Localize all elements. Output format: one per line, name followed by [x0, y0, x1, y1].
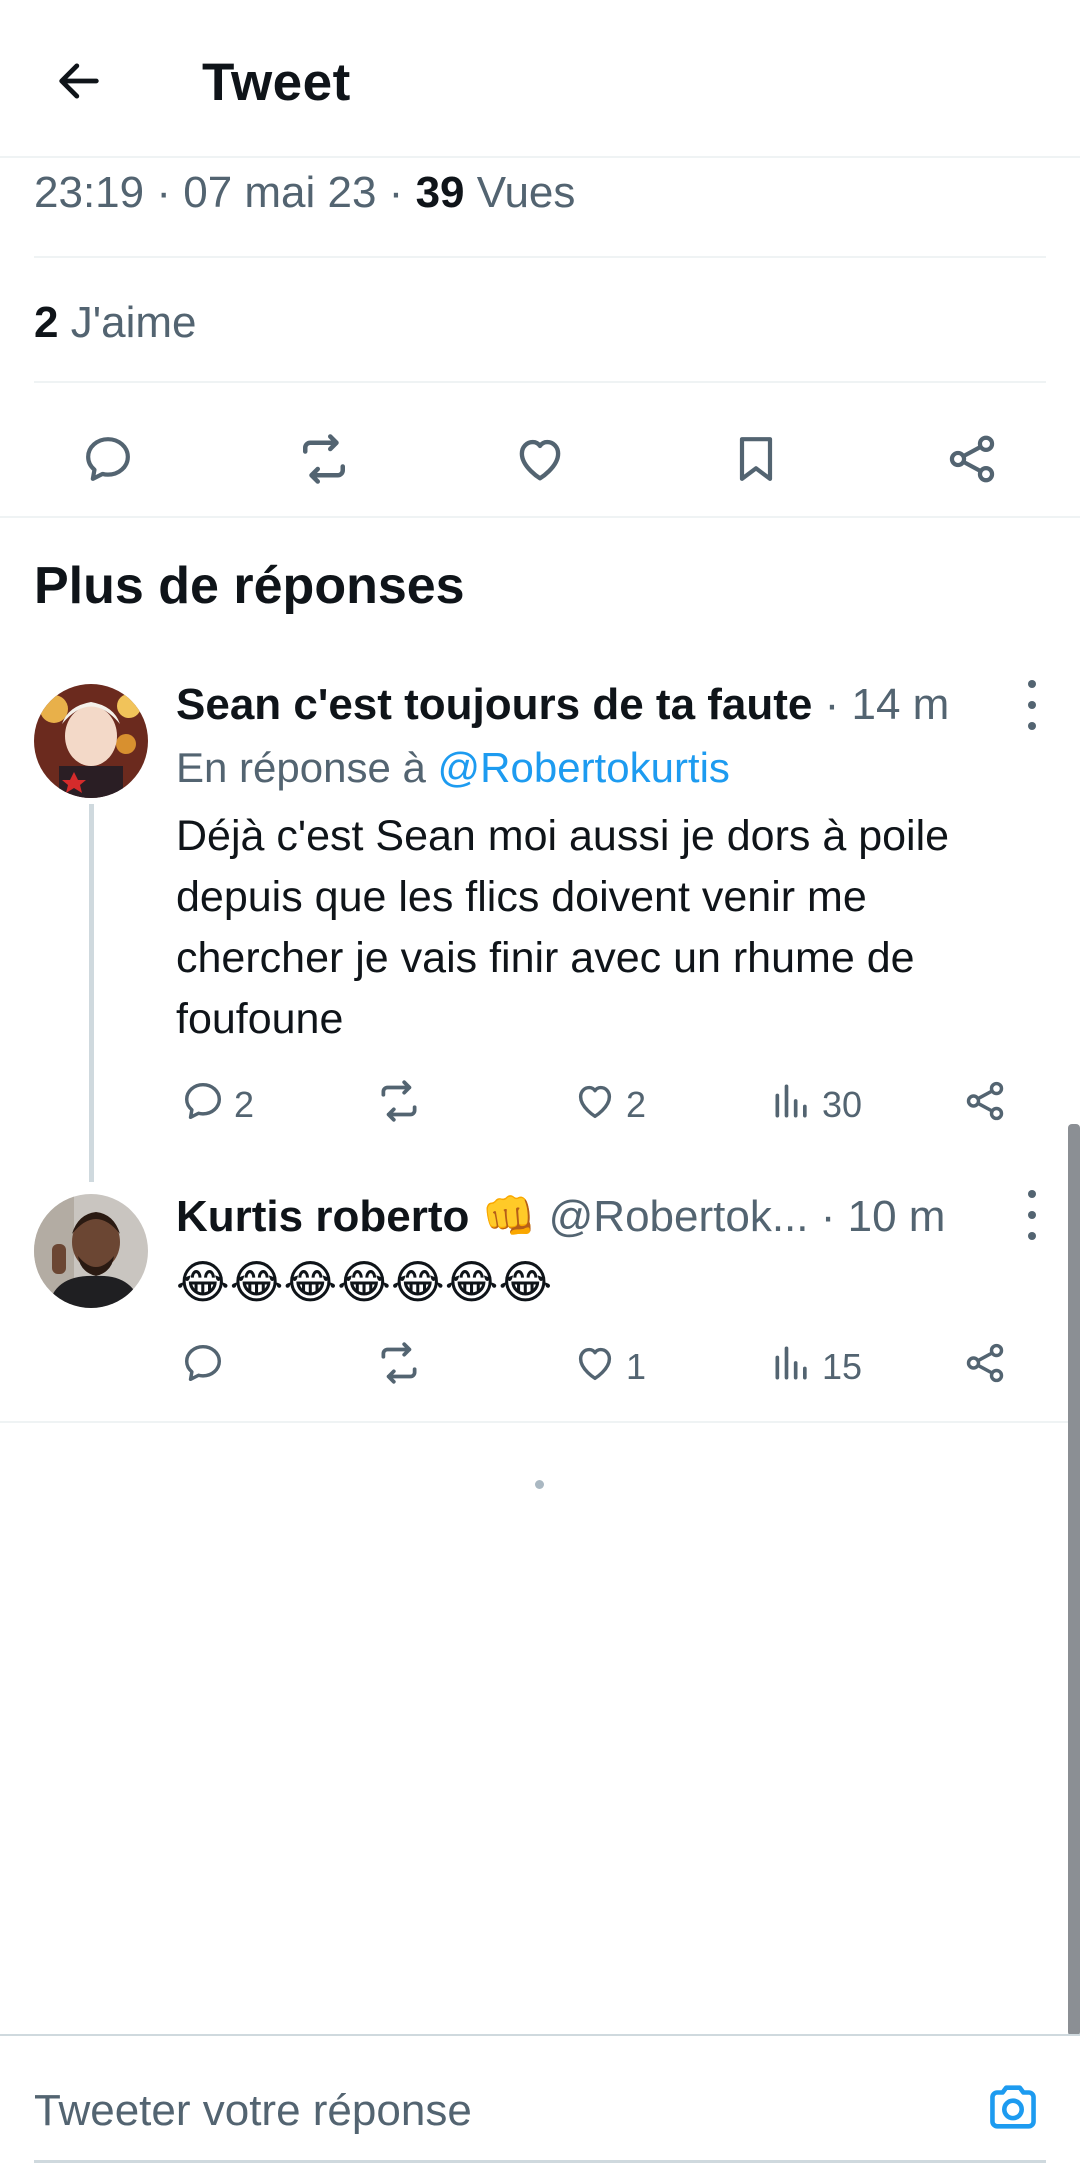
retweet-icon[interactable]: [289, 424, 359, 494]
camera-icon[interactable]: [982, 2076, 1044, 2138]
like-count: 2: [626, 1084, 647, 1125]
more-options-icon[interactable]: [1022, 680, 1042, 730]
reply-button[interactable]: 2: [180, 1075, 254, 1135]
input-underline: [34, 2160, 1046, 2163]
more-options-icon[interactable]: [1022, 1190, 1042, 1240]
like-heart-icon[interactable]: [505, 424, 575, 494]
retweet-icon: [374, 1076, 424, 1135]
views-chart-icon: [770, 1341, 814, 1394]
meta-separator: ·: [144, 168, 184, 217]
top-bar: Tweet: [0, 0, 1080, 158]
views-label: Vues: [476, 168, 576, 217]
likes-stat[interactable]: 2 J'aime: [34, 298, 197, 348]
retweet-button[interactable]: [374, 1075, 432, 1135]
scrollbar[interactable]: [1068, 1124, 1080, 2036]
like-button[interactable]: 1: [572, 1337, 646, 1397]
likes-count: 2: [34, 298, 59, 347]
tweet-text: Déjà c'est Sean moi aussi je dors à poil…: [176, 812, 950, 1043]
reply-handle-link[interactable]: @Robertokurtis: [438, 744, 730, 791]
like-count: 1: [626, 1346, 647, 1387]
meta-separator: ·: [376, 168, 416, 217]
likes-label: J'aime: [70, 298, 197, 347]
tweet-text: 😂😂😂😂😂😂😂: [176, 1256, 553, 1308]
tweet-date: 07 mai 23: [183, 168, 377, 217]
fist-emoji: 👊: [481, 1192, 537, 1241]
views-count: 15: [822, 1346, 863, 1387]
reply-input[interactable]: Tweeter votre réponse: [34, 2086, 472, 2136]
like-button[interactable]: 2: [572, 1075, 646, 1135]
timestamp: · 10 m: [820, 1192, 946, 1241]
avatar[interactable]: [34, 684, 148, 798]
loading-indicator: [535, 1480, 544, 1489]
reply-icon: [180, 1340, 226, 1395]
user-handle[interactable]: @Robertok...: [549, 1192, 809, 1241]
views-button[interactable]: 30: [770, 1075, 862, 1135]
display-name[interactable]: Kurtis roberto: [176, 1192, 469, 1241]
reply-header: Sean c'est toujours de ta faute · 14 m: [176, 680, 949, 730]
reply-count: 2: [234, 1084, 255, 1125]
avatar[interactable]: [34, 1194, 148, 1308]
views-count: 30: [822, 1084, 863, 1125]
section-title: Plus de réponses: [34, 557, 465, 615]
tweet-action-bar: [0, 400, 1080, 518]
share-icon[interactable]: [937, 424, 1007, 494]
back-arrow-icon[interactable]: [44, 46, 114, 116]
reply-icon: [180, 1078, 226, 1133]
tweet-timestamp: 23:19 · 07 mai 23 · 39 Vues: [34, 168, 575, 218]
timestamp: · 14 m: [824, 680, 950, 729]
reply-button[interactable]: [180, 1337, 234, 1397]
share-button[interactable]: [962, 1075, 1008, 1135]
views-button[interactable]: 15: [770, 1337, 862, 1397]
tweet-time: 23:19: [34, 168, 145, 217]
reply-action-bar: 2 2 30: [0, 1075, 1080, 1135]
reply-header: Kurtis roberto 👊 @Robertok... · 10 m: [176, 1190, 945, 1242]
page-title: Tweet: [202, 53, 351, 112]
share-button[interactable]: [962, 1337, 1008, 1397]
like-heart-icon: [572, 1340, 618, 1395]
reply-icon[interactable]: [73, 424, 143, 494]
divider: [34, 256, 1046, 258]
views-count: 39: [415, 168, 465, 217]
reply-composer: Tweeter votre réponse: [0, 2034, 1080, 2177]
views-chart-icon: [770, 1079, 814, 1132]
divider: [34, 381, 1046, 383]
retweet-icon: [374, 1338, 424, 1397]
display-name[interactable]: Sean c'est toujours de ta faute: [176, 680, 812, 729]
retweet-button[interactable]: [374, 1337, 432, 1397]
like-heart-icon: [572, 1078, 618, 1133]
reply-context: En réponse à @Robertokurtis: [176, 744, 730, 792]
bookmark-icon[interactable]: [721, 424, 791, 494]
share-icon: [962, 1340, 1008, 1395]
share-icon: [962, 1078, 1008, 1133]
reply-prefix: En réponse à: [176, 744, 426, 791]
reply-action-bar: 1 15: [0, 1337, 1080, 1397]
divider: [0, 1421, 1080, 1423]
